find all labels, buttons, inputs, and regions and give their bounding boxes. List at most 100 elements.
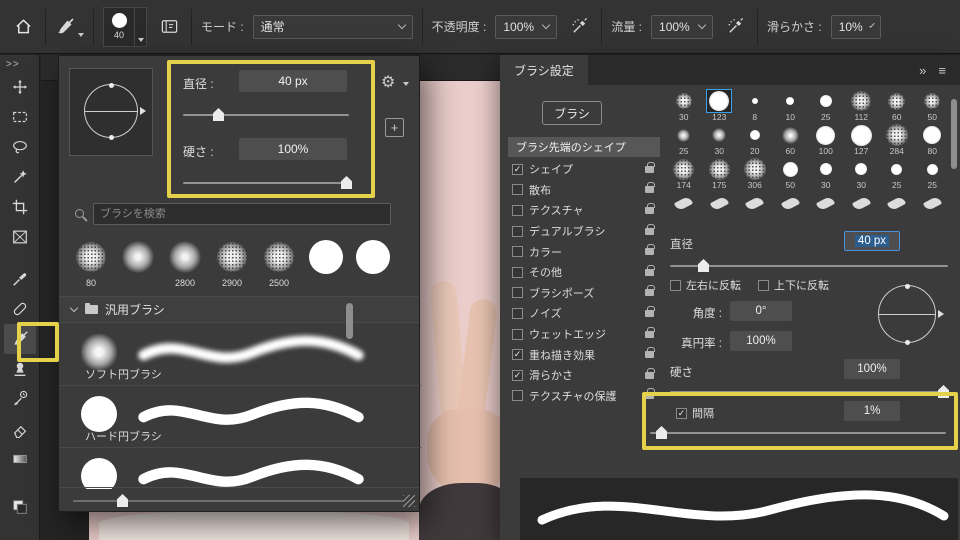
toolbar-expand-button[interactable]: >> [0, 55, 26, 72]
option-label[interactable]: デュアルブラシ [529, 223, 605, 239]
checkbox[interactable] [512, 390, 523, 402]
brush-tip-cell[interactable]: 306 [737, 157, 773, 191]
hardness-value[interactable]: 100% [239, 138, 347, 160]
checkbox[interactable] [512, 266, 523, 278]
roundness-handle[interactable] [904, 283, 910, 289]
airbrush-icon[interactable] [722, 14, 748, 40]
scrollbar-thumb[interactable] [951, 99, 957, 169]
brush-list-item[interactable]: ソフト円ブラシ [59, 324, 421, 386]
slider-thumb[interactable] [213, 108, 224, 121]
diameter-slider[interactable] [670, 259, 948, 272]
checkbox[interactable] [512, 307, 523, 319]
roundness-input[interactable]: 100% [730, 331, 792, 351]
spacing-input[interactable]: 1% [844, 401, 900, 421]
checkbox[interactable] [512, 184, 523, 196]
brush-tip-cell[interactable]: 30 [844, 157, 880, 191]
brush-tip-cell[interactable]: 8 [737, 89, 773, 123]
brush-preset[interactable]: 2800 [163, 236, 207, 292]
spacing-option[interactable]: ✓ 間隔 [676, 405, 714, 421]
brush-tip-cell[interactable]: 25 [915, 157, 951, 191]
gradient-tool[interactable] [4, 444, 36, 474]
brush-tip-cell[interactable]: 60 [773, 123, 809, 157]
brush-tip-cell[interactable] [773, 191, 809, 225]
brush-tip-cell[interactable]: 60 [879, 89, 915, 123]
slider-thumb[interactable] [938, 385, 949, 398]
brush-tip-cell[interactable]: 25 [879, 157, 915, 191]
brush-option-row[interactable]: デュアルブラシ [508, 221, 660, 242]
roundness-handle[interactable] [108, 134, 114, 140]
brush-option-row[interactable]: その他 [508, 262, 660, 283]
add-brush-button[interactable]: + [385, 118, 404, 137]
brush-tip-cell[interactable]: 127 [844, 123, 880, 157]
smoothing-select[interactable]: 10% [830, 14, 881, 39]
option-label[interactable]: カラー [529, 244, 562, 260]
checkbox[interactable]: ✓ [676, 407, 687, 419]
diameter-value[interactable]: 40 px [239, 70, 347, 92]
checkbox[interactable] [512, 287, 523, 299]
brush-tip-cell[interactable]: 30 [702, 123, 738, 157]
brush-tip-cell[interactable] [879, 191, 915, 225]
gear-icon[interactable]: ⚙ [381, 72, 395, 92]
home-icon[interactable] [10, 14, 36, 40]
preview-size-slider[interactable] [73, 494, 403, 507]
brush-tip-cell[interactable]: 25 [666, 123, 702, 157]
brush-option-row[interactable]: ノイズ [508, 303, 660, 324]
brush-list-item[interactable]: ハード円ブラシ [59, 386, 421, 448]
mode-select[interactable]: 通常 [252, 14, 413, 39]
checkbox[interactable] [512, 328, 523, 340]
slider-thumb[interactable] [698, 259, 709, 272]
resize-grip[interactable] [403, 495, 415, 507]
brush-tip-cell[interactable] [844, 191, 880, 225]
brush-tip-cell[interactable]: 50 [915, 89, 951, 123]
brush-preset[interactable]: 80 [69, 236, 113, 292]
brush-preset-dropdown[interactable] [135, 6, 147, 47]
option-label[interactable]: 散布 [529, 182, 551, 198]
brush-option-row[interactable]: ✓ 重ね描き効果 [508, 344, 660, 365]
flip-y-option[interactable]: 上下に反転 [758, 277, 829, 293]
brush-tip-cell[interactable] [808, 191, 844, 225]
brush-tip-cell[interactable]: 175 [702, 157, 738, 191]
brush-tip-cell[interactable]: 10 [773, 89, 809, 123]
brush-list-item[interactable] [59, 448, 421, 489]
current-tool-button[interactable] [55, 17, 84, 37]
hardness-input[interactable]: 100% [844, 359, 900, 379]
brush-tip-cell[interactable]: 112 [844, 89, 880, 123]
option-label[interactable]: ノイズ [529, 305, 562, 321]
object-selection-tool[interactable] [4, 162, 36, 192]
flip-x-option[interactable]: 左右に反転 [670, 277, 741, 293]
brush-tip-cell[interactable]: 30 [666, 89, 702, 123]
hardness-slider[interactable] [670, 385, 949, 398]
brush-tip-preview[interactable] [69, 68, 153, 156]
flow-select[interactable]: 100% [651, 14, 714, 39]
brush-tip-cell[interactable] [915, 191, 951, 225]
brushes-button[interactable]: ブラシ [542, 101, 602, 125]
scrollbar-thumb[interactable] [346, 303, 353, 339]
tip-angle-control[interactable] [878, 283, 944, 345]
option-label[interactable]: 重ね描き効果 [529, 347, 595, 363]
brush-tip-cell[interactable] [666, 191, 702, 225]
brush-preset[interactable]: 2900 [210, 236, 254, 292]
brush-option-row[interactable]: ウェットエッジ [508, 324, 660, 345]
brush-tip-cell[interactable]: 100 [808, 123, 844, 157]
brush-tool[interactable] [3, 324, 36, 354]
brush-tip-cell[interactable]: 174 [666, 157, 702, 191]
brush-preset[interactable] [304, 236, 348, 292]
hardness-slider[interactable] [183, 176, 352, 189]
brush-tip-cell[interactable]: 123 [702, 89, 738, 123]
brush-option-row[interactable]: テクスチャの保護 [508, 386, 660, 407]
diameter-input[interactable]: 40 px [844, 231, 900, 251]
eraser-tool[interactable] [4, 414, 36, 444]
slider-thumb[interactable] [656, 426, 667, 439]
clone-stamp-tool[interactable] [4, 354, 36, 384]
pressure-opacity-icon[interactable] [566, 14, 592, 40]
option-label[interactable]: テクスチャ [529, 202, 584, 218]
marquee-tool[interactable] [4, 102, 36, 132]
brush-preset-preview[interactable]: 40 [103, 6, 135, 47]
eyedropper-tool[interactable] [4, 264, 36, 294]
brush-option-row[interactable]: ブラシポーズ [508, 283, 660, 304]
brush-tip-cell[interactable]: 25 [808, 89, 844, 123]
color-swatches[interactable] [4, 492, 36, 522]
slider-thumb[interactable] [341, 176, 352, 189]
tip-angle-control[interactable] [84, 82, 146, 140]
checkbox[interactable] [512, 246, 523, 258]
